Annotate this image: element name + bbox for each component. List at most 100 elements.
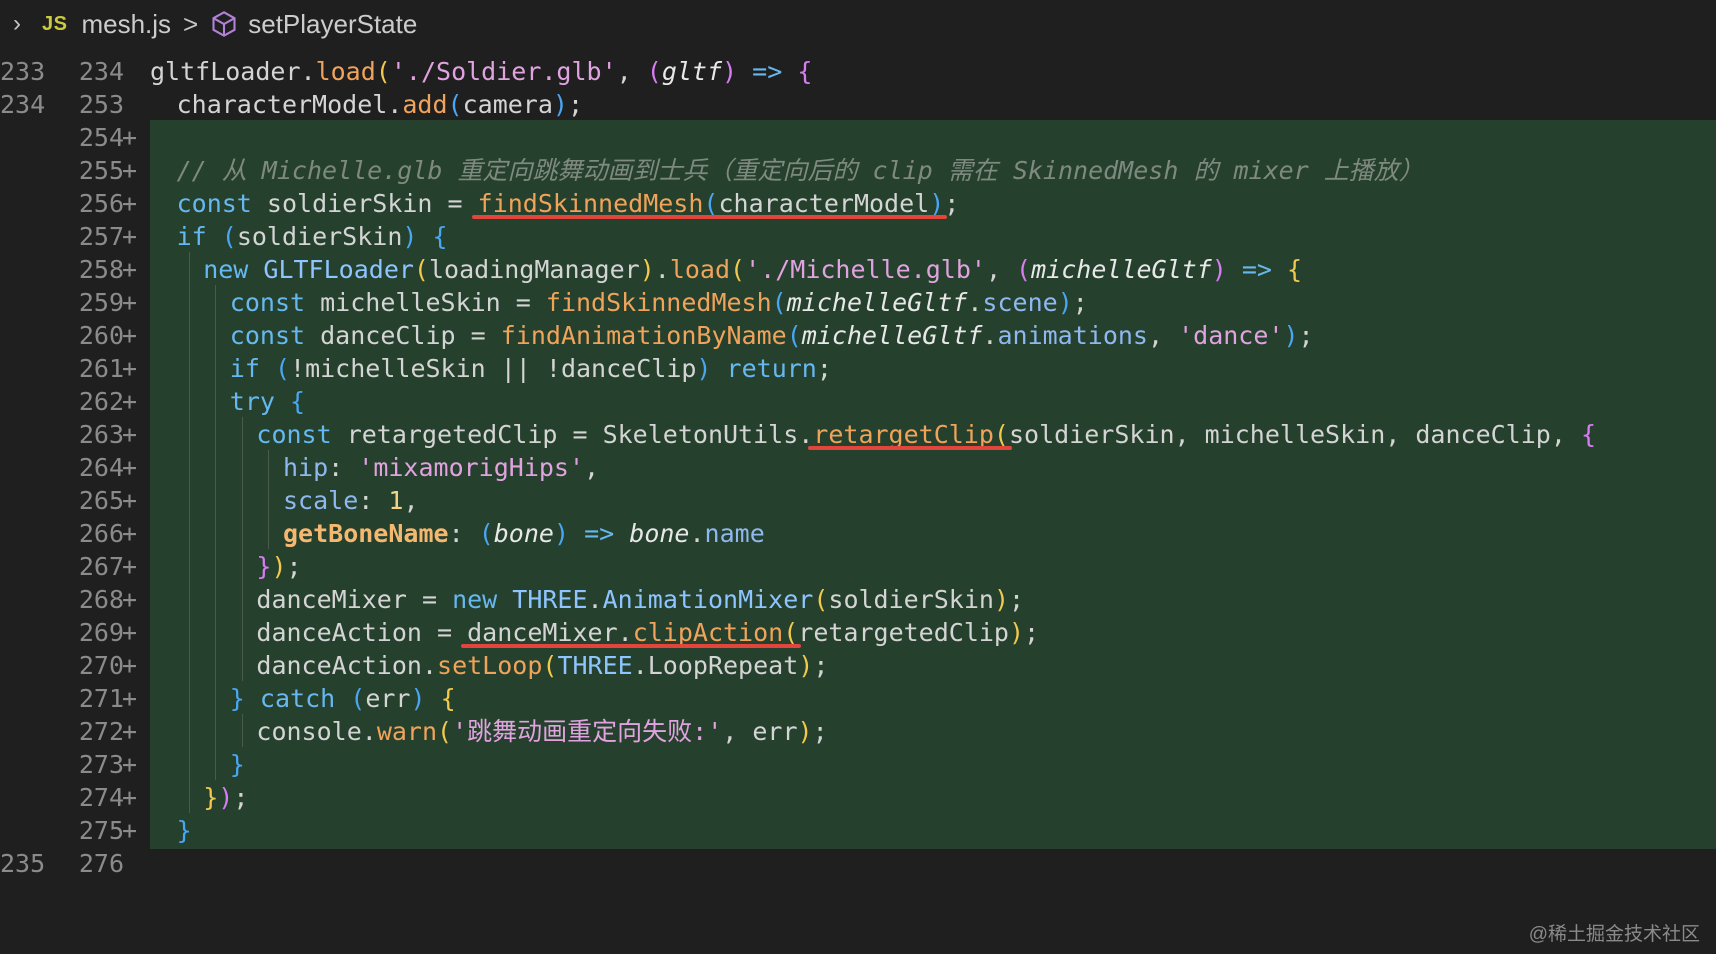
code-token: ) xyxy=(929,189,945,218)
indent-guide xyxy=(188,318,190,354)
code-line[interactable]: 233 234 gltfLoader.load('./Soldier.glb', (… xyxy=(0,54,1716,90)
indent-guide xyxy=(215,318,217,354)
code-token: . xyxy=(967,288,983,317)
breadcrumb-file[interactable]: mesh.js xyxy=(81,9,171,40)
added-code-line[interactable]: 260 + const danceClip = findAnimationByNam… xyxy=(0,318,1716,354)
code-token: './Soldier.glb' xyxy=(390,57,617,86)
code-token: .LoopRepeat xyxy=(632,651,799,680)
added-code-line[interactable]: 258 + new GLTFLoader(loadingManager).load(… xyxy=(0,252,1716,288)
added-code-line[interactable]: 270 + danceAction.setLoop(THREE.LoopRepeat… xyxy=(0,648,1716,684)
added-code-line[interactable]: 254 + xyxy=(0,120,1716,156)
added-marker: + xyxy=(122,651,138,680)
chevron-right-icon[interactable]: › xyxy=(2,10,32,38)
added-marker: + xyxy=(122,453,138,482)
code-token: soldierSkin xyxy=(236,222,403,251)
added-code-line[interactable]: 265 + scale: 1, xyxy=(0,483,1716,519)
added-code-line[interactable]: 273 +} xyxy=(0,747,1716,783)
added-marker: + xyxy=(122,255,138,284)
added-code-line[interactable]: 264 + hip: 'mixamorigHips', xyxy=(0,450,1716,486)
added-marker: + xyxy=(122,717,138,746)
added-code-line[interactable]: 269 + danceAction = danceMixer.clipAction(… xyxy=(0,615,1716,651)
added-code-line[interactable]: 255 + // 从 Michelle.glb 重定向跳舞动画到士兵（重定向后的 c… xyxy=(0,153,1716,189)
code-token: add xyxy=(402,90,448,119)
code-token: ( xyxy=(413,255,429,284)
added-code-line[interactable]: 271 +} catch (err) { xyxy=(0,681,1716,717)
code-area[interactable]: 233 234 gltfLoader.load('./Soldier.glb', (… xyxy=(0,54,1716,954)
added-code-line[interactable]: 267 +}); xyxy=(0,549,1716,585)
added-code-line[interactable]: 268 + danceMixer = new THREE.AnimationMixe… xyxy=(0,582,1716,618)
indent-guide xyxy=(188,648,190,684)
code-token: => xyxy=(584,519,615,548)
code-token: ( xyxy=(350,684,366,713)
new-line-number: 253 xyxy=(78,90,124,119)
code-text: if (!michelleSkin || !danceClip) return; xyxy=(230,351,832,387)
code-token: soldierSkin = xyxy=(251,189,478,218)
code-token: ; xyxy=(286,552,302,581)
code-token: loadingManager xyxy=(428,255,640,284)
new-line-number: 271 xyxy=(78,684,124,713)
code-token: ( xyxy=(993,420,1009,449)
added-marker: + xyxy=(122,486,138,515)
indent-guide xyxy=(215,450,217,486)
breadcrumb-symbol[interactable]: setPlayerState xyxy=(248,9,417,40)
code-token: ; xyxy=(1024,618,1040,647)
added-code-line[interactable]: 263 + const retargetedClip = SkeletonUtils… xyxy=(0,417,1716,453)
code-token: { xyxy=(1580,420,1596,449)
indent-guide xyxy=(188,417,190,453)
added-code-line[interactable]: 274 +}); xyxy=(0,780,1716,816)
code-line[interactable]: 235 276 xyxy=(0,846,1716,882)
code-token: ( xyxy=(703,189,719,218)
indent-guide xyxy=(215,681,217,717)
code-token: danceClip = xyxy=(305,321,501,350)
code-token: ) xyxy=(798,651,814,680)
code-token: ( xyxy=(730,255,746,284)
indent-guide xyxy=(268,483,270,519)
code-token: err xyxy=(365,684,411,713)
added-code-line[interactable]: 272 + console.warn('跳舞动画重定向失败:', err); xyxy=(0,714,1716,750)
code-text: new GLTFLoader(loadingManager).load('./M… xyxy=(203,252,1302,288)
code-token: } xyxy=(229,750,245,779)
code-token: ( xyxy=(375,57,391,86)
code-text: console.warn('跳舞动画重定向失败:', err); xyxy=(256,714,827,750)
code-token: danceAction = danceMixer. xyxy=(256,618,633,647)
indent-guide xyxy=(215,582,217,618)
code-token: , xyxy=(584,453,600,482)
code-token: '跳舞动画重定向失败:' xyxy=(452,717,723,746)
code-token: const xyxy=(229,288,306,317)
code-line[interactable]: 234 253 characterModel.add(camera); xyxy=(0,87,1716,123)
code-token: camera xyxy=(462,90,553,119)
code-token: findAnimationByName xyxy=(500,321,787,350)
added-code-line[interactable]: 275 +} xyxy=(0,813,1716,849)
code-token: const xyxy=(229,321,306,350)
code-token: , xyxy=(616,57,647,86)
code-token: ) xyxy=(553,519,570,548)
old-line-number: 235 xyxy=(0,849,46,878)
indent-guide xyxy=(215,648,217,684)
added-code-line[interactable]: 256 + const soldierSkin = findSkinnedMesh(… xyxy=(0,186,1716,222)
code-token: danceMixer = xyxy=(256,585,453,614)
code-token: ) xyxy=(1008,618,1025,647)
added-code-line[interactable]: 266 + getBoneName: (bone) => bone.name xyxy=(0,516,1716,552)
code-token: soldierSkin, michelleSkin, danceClip, xyxy=(1008,420,1581,449)
added-code-line[interactable]: 261 + if (!michelleSkin || !danceClip) ret… xyxy=(0,351,1716,387)
code-text: hip: 'mixamorigHips', xyxy=(283,450,599,486)
code-token: new xyxy=(452,585,498,614)
code-token: ; xyxy=(233,783,249,812)
added-code-line[interactable]: 262 + try { xyxy=(0,384,1716,420)
added-marker: + xyxy=(122,189,138,218)
code-token: return xyxy=(726,354,817,383)
code-token: setLoop xyxy=(437,651,543,680)
code-token: : xyxy=(448,519,479,548)
editor-diff-view: › JS mesh.js > setPlayerState 233 234 gltf… xyxy=(0,0,1716,954)
added-code-line[interactable]: 259 + const michelleSkin = findSkinnedMesh… xyxy=(0,285,1716,321)
new-line-number: 273 xyxy=(78,750,124,779)
breadcrumb-separator: > xyxy=(183,8,199,39)
new-line-number: 260 xyxy=(78,321,124,350)
added-code-line[interactable]: 257 + if (soldierSkin) { xyxy=(0,219,1716,255)
indent-guide xyxy=(188,549,190,585)
code-token: animations xyxy=(997,321,1148,350)
code-token: 'dance' xyxy=(1178,321,1284,350)
